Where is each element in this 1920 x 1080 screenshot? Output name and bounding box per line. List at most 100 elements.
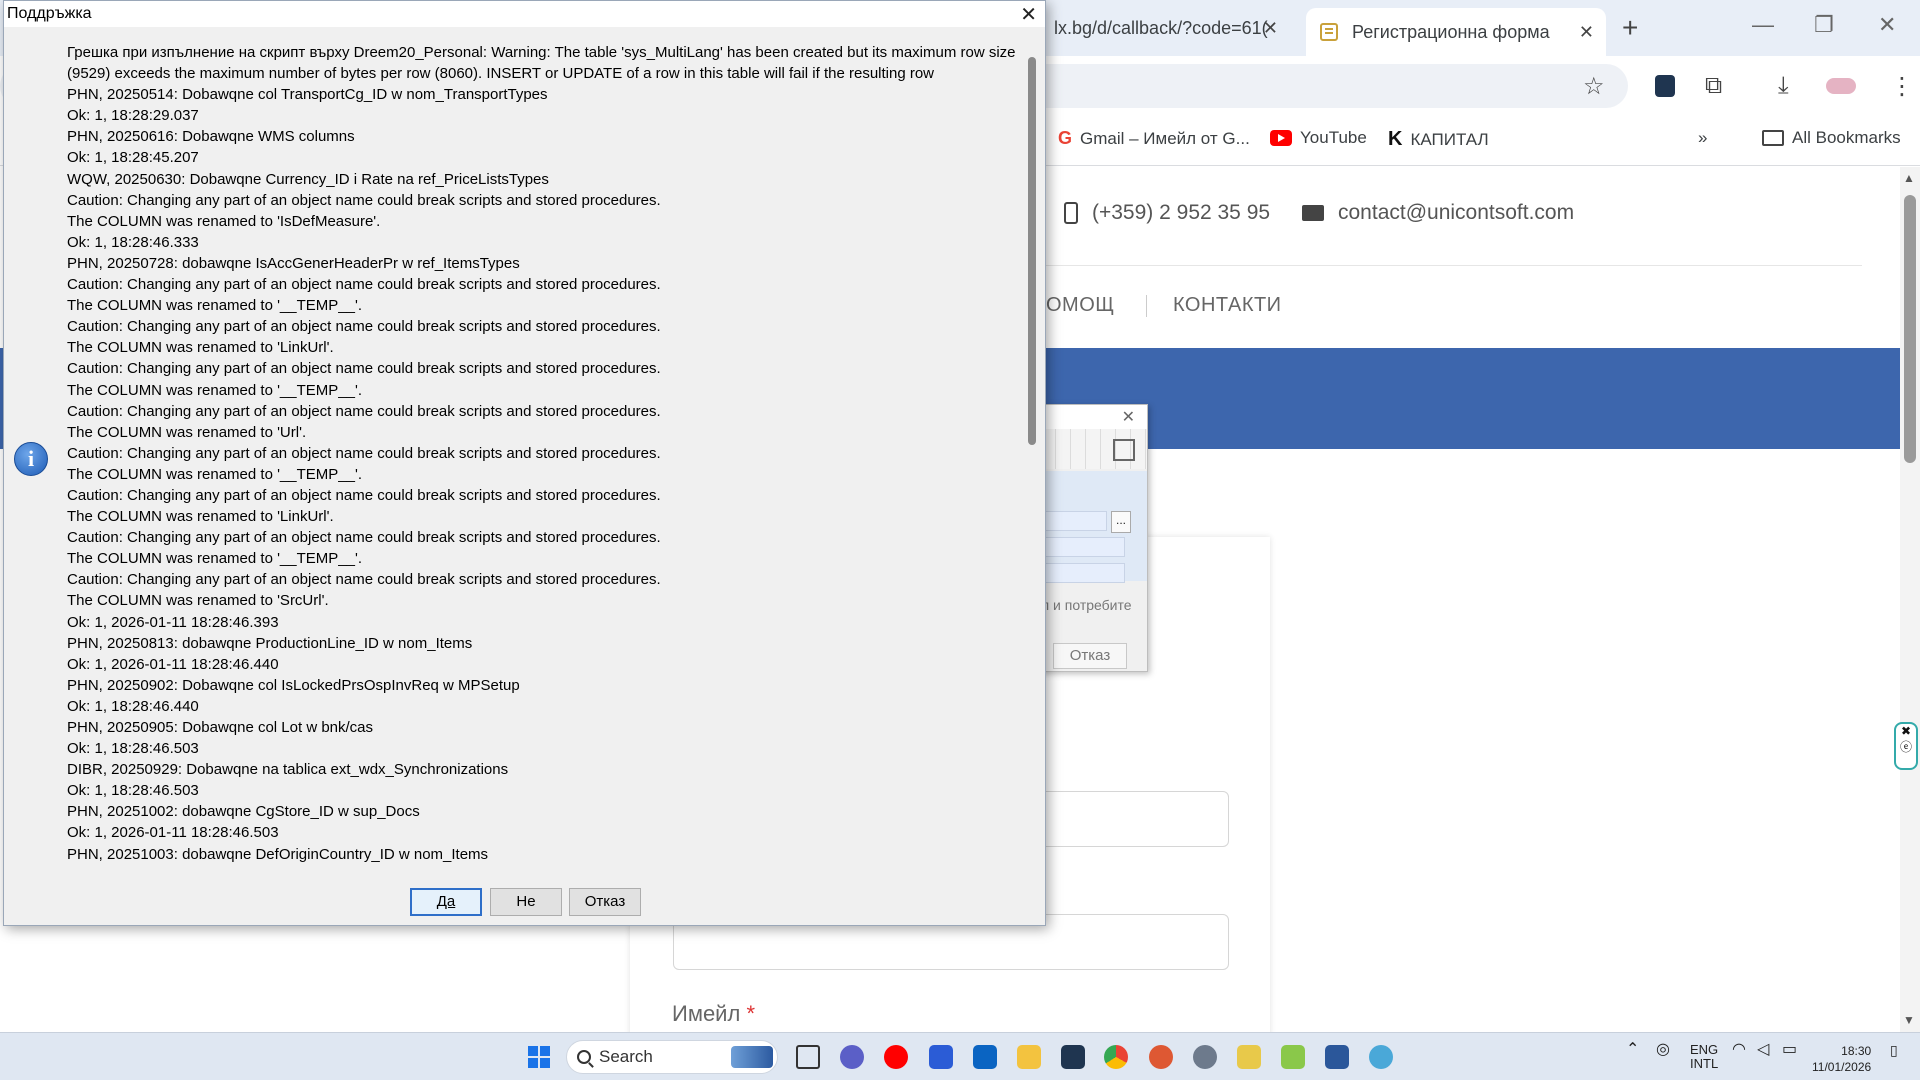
all-bookmarks-label: All Bookmarks (1792, 128, 1901, 147)
log-line: The COLUMN was renamed to '__TEMP__'. (67, 297, 363, 315)
profile-avatar-icon[interactable] (1826, 78, 1856, 94)
minimize-icon[interactable]: — (1752, 12, 1774, 38)
log-line: The COLUMN was renamed to 'IsDefMeasure'… (67, 212, 381, 230)
log-line: Caution: Changing any part of an object … (67, 191, 661, 209)
extension-shield-icon[interactable] (1655, 75, 1675, 97)
duckduckgo-icon[interactable] (1149, 1045, 1173, 1069)
widget-close-icon[interactable]: ✖ (1896, 724, 1916, 738)
log-line: Ok: 1, 18:28:46.503 (67, 740, 199, 758)
new-tab-plus-icon[interactable]: + (1622, 12, 1638, 44)
log-line: PHN, 20250514: Dobawqne col TransportCg_… (67, 86, 548, 104)
wifi-icon[interactable]: ◠ (1732, 1042, 1746, 1058)
message-log[interactable]: Грешка при изпълнение на скрипт върху Dr… (67, 42, 1024, 865)
phone-contact[interactable]: (+359) 2 952 35 95 (1064, 201, 1270, 225)
store-icon[interactable] (929, 1045, 953, 1069)
app-yellow-icon[interactable] (1237, 1045, 1261, 1069)
chevron-up-icon[interactable]: ⌃ (1626, 1042, 1639, 1058)
taskbar-search[interactable]: Search (566, 1040, 778, 1074)
kapital-icon: K (1388, 128, 1403, 150)
yes-button-label: Да (436, 893, 456, 910)
log-line: The COLUMN was renamed to '__TEMP__'. (67, 381, 363, 399)
email-field-label: Имейл * (672, 1001, 755, 1027)
clock[interactable]: 18:30 11/01/2026 (1812, 1043, 1871, 1075)
page-favicon-icon (1320, 23, 1338, 41)
log-line: DIBR, 20250929: Dobawqne na tablica ext_… (67, 761, 509, 779)
log-line: Ok: 1, 18:28:29.037 (67, 107, 199, 125)
scroll-up-arrow-icon[interactable]: ▲ (1903, 171, 1915, 185)
bookmark-gmail[interactable]: G Gmail – Имейл от G... (1058, 128, 1250, 149)
all-bookmarks-button[interactable]: All Bookmarks (1762, 128, 1901, 148)
tab-callback[interactable]: lx.bg/d/callback/?code=61( ✕ (1040, 8, 1290, 48)
browse-button[interactable]: ... (1111, 511, 1131, 533)
nav-contacts[interactable]: КОНТАКТИ (1173, 294, 1282, 317)
bg-dialog-field-3[interactable] (1041, 563, 1125, 583)
nav-separator (1146, 295, 1147, 317)
message-scrollbar[interactable] (1023, 39, 1041, 865)
picture-frame-icon[interactable] (1113, 439, 1135, 461)
notification-icon[interactable]: ▯ (1890, 1043, 1898, 1057)
close-icon[interactable]: ✕ (1122, 407, 1135, 427)
log-line: PHN, 20250905: Dobawqne col Lot w bnk/ca… (67, 719, 374, 736)
globe-app-icon[interactable] (1369, 1045, 1393, 1069)
scroll-down-arrow-icon[interactable]: ▼ (1903, 1013, 1915, 1027)
scrollbar-thumb[interactable] (1028, 57, 1036, 445)
widget-info-icon[interactable]: ⓔ (1896, 738, 1916, 755)
nav-help[interactable]: ОМОЩ (1046, 294, 1115, 317)
restore-icon[interactable]: ❐ (1814, 12, 1834, 38)
tab-registration-form[interactable]: Регистрационна форма ✕ (1306, 8, 1606, 56)
bg-dialog-cancel-button[interactable]: Отказ (1053, 643, 1127, 669)
windows-start-icon[interactable] (528, 1046, 550, 1068)
log-line: The COLUMN was renamed to 'LinkUrl'. (67, 339, 334, 357)
page-scrollbar[interactable]: ▲ ▼ (1900, 167, 1920, 1032)
bg-dialog-text: л и потребите (1041, 597, 1132, 613)
youtube-app-icon[interactable] (884, 1045, 908, 1069)
bg-dialog-field-2[interactable] (1041, 537, 1125, 557)
task-view-icon[interactable] (796, 1045, 820, 1069)
puzzle-icon[interactable]: ⧉ (1705, 72, 1722, 100)
close-icon[interactable]: ✕ (1263, 18, 1278, 39)
no-button[interactable]: Не (490, 888, 562, 916)
menu-dots-icon[interactable]: ⋮ (1890, 72, 1914, 101)
clock-time: 18:30 (1841, 1044, 1872, 1058)
bookmark-youtube[interactable]: YouTube (1270, 128, 1367, 148)
more-bookmarks-chevron-icon[interactable]: » (1698, 128, 1707, 148)
settings-gear-icon[interactable] (1193, 1045, 1217, 1069)
close-window-icon[interactable]: ✕ (1878, 12, 1896, 38)
volume-icon[interactable]: ◁ (1757, 1042, 1769, 1058)
email-label-text: Имейл (672, 1001, 741, 1026)
log-line: The COLUMN was renamed to '__TEMP__'. (67, 550, 363, 568)
log-line: Ok: 1, 18:28:46.333 (67, 233, 199, 251)
security-tray-icon[interactable]: ◎ (1656, 1042, 1670, 1058)
battery-icon[interactable]: ▭ (1782, 1042, 1797, 1058)
bookmark-label: КАПИТАЛ (1410, 129, 1489, 149)
log-line: Caution: Changing any part of an object … (67, 360, 661, 378)
app-green-icon[interactable] (1281, 1045, 1305, 1069)
search-highlight-icon (731, 1046, 773, 1068)
log-line: PHN, 20250902: Dobawqne col IsLockedPrsO… (67, 676, 520, 694)
download-icon[interactable]: ⤓ (1778, 72, 1789, 100)
accessibility-widget[interactable]: ✖ ⓔ (1894, 722, 1918, 770)
email-address: contact@unicontsoft.com (1338, 201, 1575, 224)
cancel-button[interactable]: Отказ (569, 888, 641, 916)
close-icon[interactable]: ✕ (1020, 2, 1037, 27)
bookmark-kapital[interactable]: K КАПИТАЛ (1388, 128, 1489, 151)
bg-dialog-field[interactable] (1041, 511, 1107, 531)
outlook-icon[interactable] (973, 1045, 997, 1069)
chrome-icon[interactable] (1104, 1045, 1128, 1069)
scrollbar-thumb[interactable] (1904, 195, 1916, 463)
file-explorer-icon[interactable] (1017, 1045, 1041, 1069)
log-line: Ok: 1, 18:28:46.503 (67, 782, 199, 800)
shield-app-icon[interactable] (1061, 1045, 1085, 1069)
close-icon[interactable]: ✕ (1579, 22, 1594, 43)
star-icon[interactable]: ☆ (1583, 72, 1605, 101)
language-indicator[interactable]: ENG INTL (1690, 1043, 1718, 1071)
email-contact[interactable]: contact@unicontsoft.com (1302, 201, 1574, 225)
dialog-title: Поддръжка (7, 5, 92, 22)
background-dialog: ✕ ... л и потребите Отказ (1040, 404, 1148, 672)
log-line: PHN, 20250813: dobawqne ProductionLine_I… (67, 634, 473, 652)
tab-label: lx.bg/d/callback/?code=61( (1054, 17, 1268, 38)
word-icon[interactable] (1325, 1045, 1349, 1069)
yes-button[interactable]: Да (410, 888, 482, 916)
error-message-line: Грешка при изпълнение на скрипт върху Dr… (67, 44, 1016, 83)
copilot-chat-icon[interactable] (840, 1045, 864, 1069)
